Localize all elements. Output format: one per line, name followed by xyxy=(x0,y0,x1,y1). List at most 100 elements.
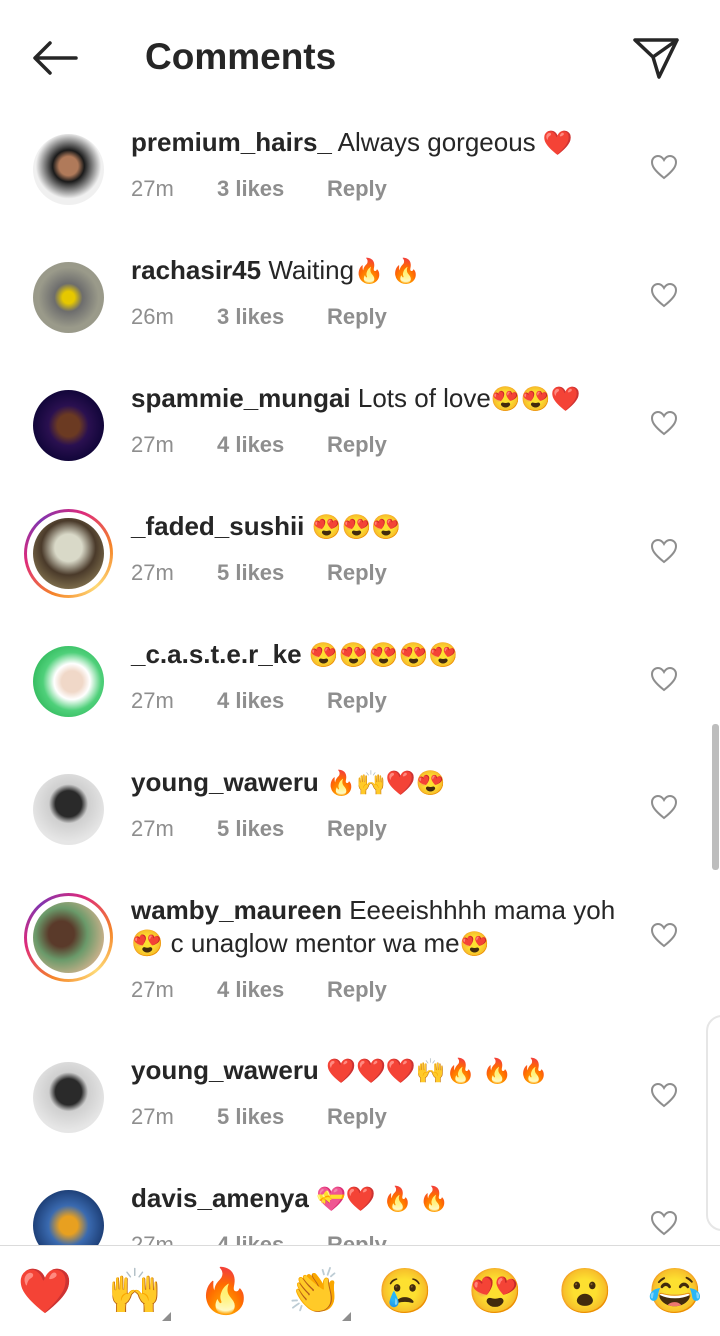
comment-time: 27m xyxy=(131,1104,174,1129)
emoji-heart-eyes-button[interactable]: 😍 xyxy=(465,1262,525,1322)
comment-text: Waiting xyxy=(261,255,355,285)
comment-time: 27m xyxy=(131,560,174,585)
comment-emoji: 😍😍❤️ xyxy=(490,386,581,413)
skin-tone-indicator-icon xyxy=(162,1312,171,1321)
comment-likes[interactable]: 5 likes xyxy=(217,816,327,842)
comment-time: 27m xyxy=(131,688,174,713)
comment-time: 26m xyxy=(131,304,174,329)
comment-likes[interactable]: 4 likes xyxy=(217,688,327,714)
comment-time: 27m xyxy=(131,1232,174,1245)
avatar[interactable] xyxy=(33,134,104,205)
avatar[interactable] xyxy=(33,646,104,717)
comment-emoji: 😍 xyxy=(459,931,490,958)
heart-icon[interactable] xyxy=(650,154,678,180)
comment-meta: 27m 4 likes Reply xyxy=(131,688,387,714)
comment-username[interactable]: wamby_maureen xyxy=(131,895,342,925)
comment-likes[interactable]: 3 likes xyxy=(217,176,327,202)
reply-button[interactable]: Reply xyxy=(327,432,387,458)
emoji-fire-button[interactable]: 🔥 xyxy=(195,1262,255,1322)
heart-icon[interactable] xyxy=(650,794,678,820)
comment-emoji: 🔥🙌❤️😍 xyxy=(326,770,446,797)
comment-text xyxy=(319,1055,326,1085)
avatar[interactable] xyxy=(33,390,104,461)
comment-time: 27m xyxy=(131,816,174,841)
comment-meta: 27m 5 likes Reply xyxy=(131,1104,387,1130)
comment-username[interactable]: premium_hairs_ xyxy=(131,127,332,157)
comment-time: 27m xyxy=(131,977,174,1002)
skin-tone-indicator-icon xyxy=(342,1312,351,1321)
heart-icon[interactable] xyxy=(650,1082,678,1108)
emoji-reaction-bar: ❤️ 🙌 🔥 👏 😢 😍 😮 😂 xyxy=(0,1245,720,1336)
emoji-surprised-button[interactable]: 😮 xyxy=(555,1262,615,1322)
paper-plane-icon xyxy=(633,38,679,79)
comment-meta: 27m 3 likes Reply xyxy=(131,176,387,202)
reply-button[interactable]: Reply xyxy=(327,816,387,842)
emoji-crying-button[interactable]: 😢 xyxy=(375,1262,435,1322)
comment-emoji: 😍😍😍 xyxy=(311,514,402,541)
comment-text xyxy=(309,1183,316,1213)
emoji-laughing-button[interactable]: 😂 xyxy=(645,1262,705,1322)
comment-meta: 26m 3 likes Reply xyxy=(131,304,387,330)
page-title: Comments xyxy=(145,36,337,77)
comment-username[interactable]: rachasir45 xyxy=(131,255,261,285)
heart-icon[interactable] xyxy=(650,538,678,564)
comment-meta: 27m 5 likes Reply xyxy=(131,816,387,842)
share-button[interactable] xyxy=(626,30,686,86)
comment-emoji: 😍😍😍😍😍 xyxy=(308,642,459,669)
heart-icon[interactable] xyxy=(650,410,678,436)
comment-username[interactable]: young_waweru xyxy=(131,767,319,797)
emoji-raised-hands-button[interactable]: 🙌 xyxy=(105,1262,165,1322)
reply-button[interactable]: Reply xyxy=(327,176,387,202)
comment-text: Lots of love xyxy=(350,383,491,413)
comment-text xyxy=(302,639,309,669)
emoji-heart-button[interactable]: ❤️ xyxy=(15,1262,75,1322)
reply-button[interactable]: Reply xyxy=(327,977,387,1003)
reply-button[interactable]: Reply xyxy=(327,304,387,330)
comment-meta: 27m 4 likes Reply xyxy=(131,432,387,458)
emoji-clapping-button[interactable]: 👏 xyxy=(285,1262,345,1322)
comment-username[interactable]: spammie_mungai xyxy=(131,383,351,413)
avatar[interactable] xyxy=(33,1062,104,1133)
avatar[interactable] xyxy=(33,774,104,845)
comment-username[interactable]: _c.a.s.t.e.r_ke xyxy=(131,639,302,669)
scrollbar[interactable] xyxy=(712,724,719,870)
avatar-story-ring[interactable] xyxy=(24,509,113,598)
comment-time: 27m xyxy=(131,432,174,457)
comment-emoji: ❤️❤️❤️🙌🔥 🔥 🔥 xyxy=(326,1058,549,1085)
reply-button[interactable]: Reply xyxy=(327,1104,387,1130)
comment-meta: 27m 4 likes Reply xyxy=(131,977,387,1003)
comment-username[interactable]: _faded_sushii xyxy=(131,511,304,541)
reply-button[interactable]: Reply xyxy=(327,1232,387,1245)
avatar-story-ring[interactable] xyxy=(24,893,113,982)
avatar[interactable] xyxy=(33,1190,104,1245)
comment-likes[interactable]: 5 likes xyxy=(217,1104,327,1130)
comment-meta: 27m 5 likes Reply xyxy=(131,560,387,586)
back-button[interactable] xyxy=(22,30,86,86)
header: Comments xyxy=(0,0,720,112)
heart-icon[interactable] xyxy=(650,282,678,308)
comment-text: Always gorgeous xyxy=(331,127,543,157)
comment-likes[interactable]: 4 likes xyxy=(217,432,327,458)
comment-text xyxy=(319,767,326,797)
heart-icon[interactable] xyxy=(650,666,678,692)
comment-username[interactable]: young_waweru xyxy=(131,1055,319,1085)
comment-likes[interactable]: 4 likes xyxy=(217,977,327,1003)
comment-list[interactable]: premium_hairs_ Always gorgeous ❤️ 27m 3 l… xyxy=(0,112,720,1245)
comment-emoji: ❤️ xyxy=(542,130,573,157)
comment-username[interactable]: davis_amenya xyxy=(131,1183,309,1213)
comment-likes[interactable]: 5 likes xyxy=(217,560,327,586)
back-arrow-icon xyxy=(33,41,78,75)
comment-text xyxy=(304,511,311,541)
heart-icon[interactable] xyxy=(650,922,678,948)
avatar[interactable] xyxy=(33,262,104,333)
reply-button[interactable]: Reply xyxy=(327,688,387,714)
edge-panel-handle[interactable] xyxy=(706,1015,720,1231)
comment-likes[interactable]: 4 likes xyxy=(217,1232,327,1245)
comment-time: 27m xyxy=(131,176,174,201)
reply-button[interactable]: Reply xyxy=(327,560,387,586)
comment-likes[interactable]: 3 likes xyxy=(217,304,327,330)
heart-icon[interactable] xyxy=(650,1210,678,1236)
comment-emoji: 💝❤️ 🔥 🔥 xyxy=(316,1186,449,1213)
comment-meta: 27m 4 likes Reply xyxy=(131,1232,387,1245)
comment-emoji: 🔥 🔥 xyxy=(354,258,421,285)
